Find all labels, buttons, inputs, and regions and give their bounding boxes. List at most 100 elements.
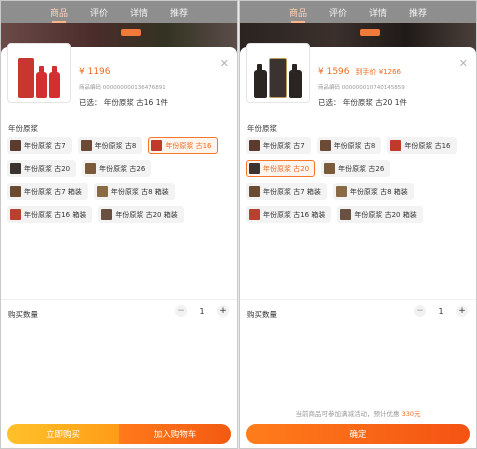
product-thumbnail-icon bbox=[249, 209, 260, 220]
minus-button[interactable]: − bbox=[175, 305, 187, 317]
price-row: ¥ 1196 bbox=[79, 67, 117, 77]
spec-option[interactable]: 年份原浆 古7 bbox=[7, 137, 72, 154]
spec-option-label: 年份原浆 古16 箱装 bbox=[263, 210, 326, 219]
spec-option-label: 年份原浆 古20 bbox=[24, 164, 71, 173]
notice-text: 当前商品可参加满减活动，预计优惠 bbox=[295, 410, 402, 418]
spec-option-label: 年份原浆 古16 bbox=[165, 141, 212, 150]
spec-option-label: 年份原浆 古7 bbox=[263, 141, 305, 150]
product-thumbnail-icon bbox=[10, 209, 21, 220]
spec-option[interactable]: 年份原浆 古20 箱装 bbox=[98, 206, 184, 223]
product-thumbnail-icon bbox=[101, 209, 113, 220]
spec-section-title: 年份原浆 bbox=[247, 124, 277, 133]
tab-reviews[interactable]: 评价 bbox=[329, 6, 347, 19]
plus-button[interactable]: + bbox=[456, 305, 468, 317]
price: ¥ 1196 bbox=[79, 67, 111, 77]
top-tab-bar: 商品 评价 详情 推荐 bbox=[240, 1, 476, 23]
spec-option[interactable]: 年份原浆 古8 bbox=[77, 137, 143, 154]
left-screen: 商品 评价 详情 推荐 ✕ ¥ 1196 商品编码 00000000013647… bbox=[0, 0, 238, 449]
product-thumbnail-icon bbox=[249, 163, 260, 174]
quantity-stepper: − 1 + bbox=[414, 305, 468, 317]
product-thumbnail-icon bbox=[10, 186, 21, 197]
sku-sheet: ✕ ¥ 1196 商品编码 000000000136476891 已选： 年份原… bbox=[1, 43, 237, 448]
banner-badge bbox=[360, 29, 380, 36]
product-thumbnail-icon bbox=[335, 186, 347, 197]
screenshot-stage: 商品 评价 详情 推荐 ✕ ¥ 1196 商品编码 00000000013647… bbox=[0, 0, 477, 449]
divider bbox=[240, 299, 476, 300]
plus-button[interactable]: + bbox=[217, 305, 229, 317]
product-thumbnail-icon bbox=[249, 186, 260, 197]
spec-option[interactable]: 年份原浆 古8 bbox=[316, 137, 382, 154]
product-thumbnail-icon bbox=[151, 140, 163, 151]
product-thumbnail-icon bbox=[390, 140, 402, 151]
product-code: 商品编码 000000010740145859 bbox=[318, 85, 405, 91]
tab-details[interactable]: 详情 bbox=[130, 6, 148, 19]
selected-summary: 已选： 年份原浆 古20 1件 bbox=[318, 98, 407, 107]
banner-badge bbox=[121, 29, 141, 36]
quantity-label: 购买数量 bbox=[8, 310, 38, 319]
right-screen: 商品 评价 详情 推荐 ✕ ¥ 1596 到手价 ¥1266 商品编码 0000… bbox=[239, 0, 477, 449]
spec-option-label: 年份原浆 古16 bbox=[404, 141, 451, 150]
tab-recommend[interactable]: 推荐 bbox=[409, 6, 427, 19]
tab-recommend[interactable]: 推荐 bbox=[170, 6, 188, 19]
spec-section-title: 年份原浆 bbox=[8, 124, 38, 133]
promo-price: 到手价 ¥1266 bbox=[355, 68, 402, 76]
spec-option[interactable]: 年份原浆 古7 bbox=[246, 137, 311, 154]
product-thumbnail-icon bbox=[319, 140, 331, 151]
spec-option[interactable]: 年份原浆 古16 bbox=[148, 137, 218, 154]
spec-option-label: 年份原浆 古8 箱装 bbox=[110, 187, 169, 196]
spec-option-label: 年份原浆 古8 bbox=[94, 141, 137, 150]
product-thumbnail-icon bbox=[80, 140, 92, 151]
spec-option[interactable]: 年份原浆 古8 箱装 bbox=[332, 183, 414, 200]
quantity-value[interactable]: 1 bbox=[436, 307, 446, 316]
spec-option[interactable]: 年份原浆 古20 bbox=[7, 160, 77, 177]
product-image bbox=[246, 43, 310, 103]
spec-option[interactable]: 年份原浆 古26 bbox=[321, 160, 391, 177]
confirm-button[interactable]: 确定 bbox=[246, 424, 470, 444]
close-icon[interactable]: ✕ bbox=[459, 57, 468, 70]
spec-option[interactable]: 年份原浆 古16 箱装 bbox=[246, 206, 332, 223]
product-thumbnail-icon bbox=[96, 186, 108, 197]
gift-box bbox=[269, 58, 287, 98]
buy-now-button[interactable]: 立即购买 bbox=[7, 424, 119, 444]
divider bbox=[1, 299, 237, 300]
spec-option[interactable]: 年份原浆 古20 bbox=[246, 160, 316, 177]
spec-option[interactable]: 年份原浆 古20 箱装 bbox=[337, 206, 423, 223]
spec-option-label: 年份原浆 古26 bbox=[99, 164, 146, 173]
spec-option[interactable]: 年份原浆 古16 箱装 bbox=[7, 206, 93, 223]
quantity-stepper: − 1 + bbox=[175, 305, 229, 317]
bottle-icon bbox=[49, 66, 60, 98]
tab-details[interactable]: 详情 bbox=[369, 6, 387, 19]
spec-option[interactable]: 年份原浆 古8 箱装 bbox=[93, 183, 175, 200]
close-icon[interactable]: ✕ bbox=[220, 57, 229, 70]
spec-option[interactable]: 年份原浆 古26 bbox=[82, 160, 152, 177]
spec-option-label: 年份原浆 古7 箱装 bbox=[263, 187, 321, 196]
spec-option[interactable]: 年份原浆 古7 箱装 bbox=[246, 183, 327, 200]
selected-summary: 已选： 年份原浆 古16 1件 bbox=[79, 98, 168, 107]
tab-reviews[interactable]: 评价 bbox=[90, 6, 108, 19]
spec-option[interactable]: 年份原浆 古7 箱装 bbox=[7, 183, 88, 200]
spec-option-label: 年份原浆 古7 bbox=[24, 141, 66, 150]
quantity-label: 购买数量 bbox=[247, 310, 277, 319]
spec-option-label: 年份原浆 古20 bbox=[263, 164, 310, 173]
spec-option-label: 年份原浆 古8 箱装 bbox=[349, 187, 408, 196]
spec-option-label: 年份原浆 古8 bbox=[333, 141, 376, 150]
spec-option-label: 年份原浆 古26 bbox=[338, 164, 385, 173]
gift-box bbox=[18, 58, 34, 98]
top-tab-bar: 商品 评价 详情 推荐 bbox=[1, 1, 237, 23]
price-row: ¥ 1596 到手价 ¥1266 bbox=[318, 67, 401, 77]
product-thumbnail-icon bbox=[10, 140, 21, 151]
bottle-icon bbox=[254, 64, 267, 98]
product-image bbox=[7, 43, 71, 103]
tab-product[interactable]: 商品 bbox=[50, 6, 68, 23]
spec-option[interactable]: 年份原浆 古16 bbox=[387, 137, 457, 154]
spec-option-label: 年份原浆 古16 箱装 bbox=[24, 210, 87, 219]
spec-option-label: 年份原浆 古20 箱装 bbox=[354, 210, 417, 219]
spec-option-label: 年份原浆 古7 箱装 bbox=[24, 187, 82, 196]
product-thumbnail-icon bbox=[249, 140, 260, 151]
minus-button[interactable]: − bbox=[414, 305, 426, 317]
tab-product[interactable]: 商品 bbox=[289, 6, 307, 23]
add-to-cart-button[interactable]: 加入购物车 bbox=[119, 424, 231, 444]
quantity-value[interactable]: 1 bbox=[197, 307, 207, 316]
product-thumbnail-icon bbox=[340, 209, 352, 220]
action-bar: 立即购买 加入购物车 bbox=[7, 424, 231, 444]
